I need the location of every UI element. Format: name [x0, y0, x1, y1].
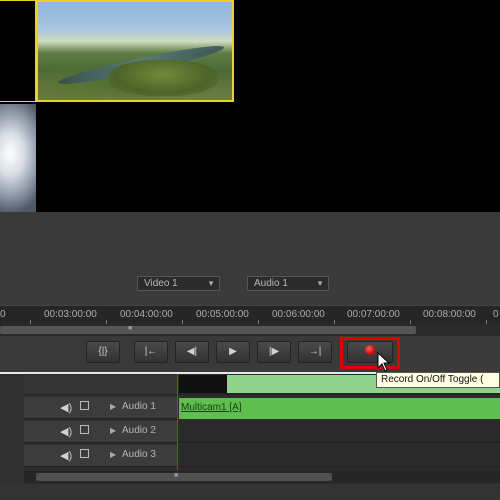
clip-label: Multicam1 [A]	[181, 402, 242, 413]
chevron-down-icon: ▼	[207, 279, 215, 288]
step-back-button[interactable]: ◀|	[175, 341, 209, 363]
time-ruler[interactable]: 0 00:03:00:00 00:04:00:00 00:05:00:00 00…	[0, 305, 500, 325]
track-header-audio-2[interactable]: ◀) ▶ Audio 2	[24, 421, 177, 443]
speaker-icon[interactable]: ◀)	[60, 449, 72, 462]
expand-triangle-icon[interactable]: ▶	[110, 450, 116, 459]
speaker-icon[interactable]: ◀)	[60, 425, 72, 438]
audio-track-lane-3[interactable]	[177, 445, 500, 467]
timecode-label: 0	[493, 309, 499, 320]
timecode-label: 00:07:00:00	[347, 309, 400, 320]
scrollbar-thumb[interactable]	[0, 326, 416, 334]
track-name: Audio 3	[122, 449, 156, 460]
timecode-label: 00:03:00:00	[44, 309, 97, 320]
camera-angle-left-bottom[interactable]	[0, 104, 36, 212]
multicam-monitor[interactable]	[0, 0, 500, 212]
video-source-label: Video 1	[144, 278, 178, 289]
step-forward-button[interactable]: |▶	[257, 341, 291, 363]
step-back-icon: ◀|	[186, 346, 198, 357]
step-forward-icon: |▶	[268, 346, 280, 357]
track-header-audio-1[interactable]: ◀) ▶ Audio 1	[24, 397, 177, 419]
record-tooltip: Record On/Off Toggle (	[376, 372, 500, 388]
trim-icon: {|}	[98, 346, 108, 357]
track-name: Audio 1	[122, 401, 156, 412]
timecode-label: 00:06:00:00	[272, 309, 325, 320]
video-track-header[interactable]	[24, 375, 177, 395]
trim-button[interactable]: {|}	[86, 341, 120, 363]
grip-icon: ■	[128, 325, 133, 332]
playhead-line[interactable]	[177, 374, 178, 470]
track-name: Audio 2	[122, 425, 156, 436]
go-to-out-icon: →|	[308, 346, 322, 357]
timecode-label: 00:04:00:00	[120, 309, 173, 320]
go-to-out-point-button[interactable]: →|	[298, 341, 332, 363]
play-icon: ▶	[229, 346, 237, 357]
audio-track-lane-2[interactable]	[177, 421, 500, 443]
track-gutter	[0, 374, 24, 484]
record-highlight-box	[340, 337, 400, 369]
mouse-cursor-icon	[377, 352, 391, 372]
audio-source-dropdown[interactable]: Audio 1 ▼	[247, 276, 329, 291]
speaker-icon[interactable]: ◀)	[60, 401, 72, 414]
timeline-scrollbar[interactable]: ■	[24, 471, 500, 483]
timecode-label: 0	[0, 309, 6, 320]
grip-icon: ■	[174, 472, 179, 479]
scrollbar-thumb[interactable]	[36, 473, 332, 481]
timecode-label: 00:05:00:00	[196, 309, 249, 320]
monitor-control-panel	[0, 212, 500, 372]
camera-angle-active[interactable]	[36, 0, 234, 102]
sync-lock-icon[interactable]	[80, 425, 89, 434]
go-to-in-point-button[interactable]: |←	[134, 341, 168, 363]
video-clip-gap	[179, 375, 227, 393]
chevron-down-icon: ▼	[316, 279, 324, 288]
expand-triangle-icon[interactable]: ▶	[110, 402, 116, 411]
audio-clip-multicam[interactable]: Multicam1 [A]	[179, 398, 500, 419]
play-button[interactable]: ▶	[216, 341, 250, 363]
monitor-scrollbar[interactable]: ■	[0, 324, 500, 336]
sync-lock-icon[interactable]	[80, 401, 89, 410]
sync-lock-icon[interactable]	[80, 449, 89, 458]
timeline-footer	[0, 484, 500, 500]
video-source-dropdown[interactable]: Video 1 ▼	[137, 276, 220, 291]
vegetation-scene	[108, 60, 218, 96]
timecode-label: 00:08:00:00	[423, 309, 476, 320]
audio-source-label: Audio 1	[254, 278, 288, 289]
go-to-in-icon: |←	[144, 346, 158, 357]
track-header-audio-3[interactable]: ◀) ▶ Audio 3	[24, 445, 177, 467]
camera-angle-left-top[interactable]	[0, 0, 36, 102]
expand-triangle-icon[interactable]: ▶	[110, 426, 116, 435]
